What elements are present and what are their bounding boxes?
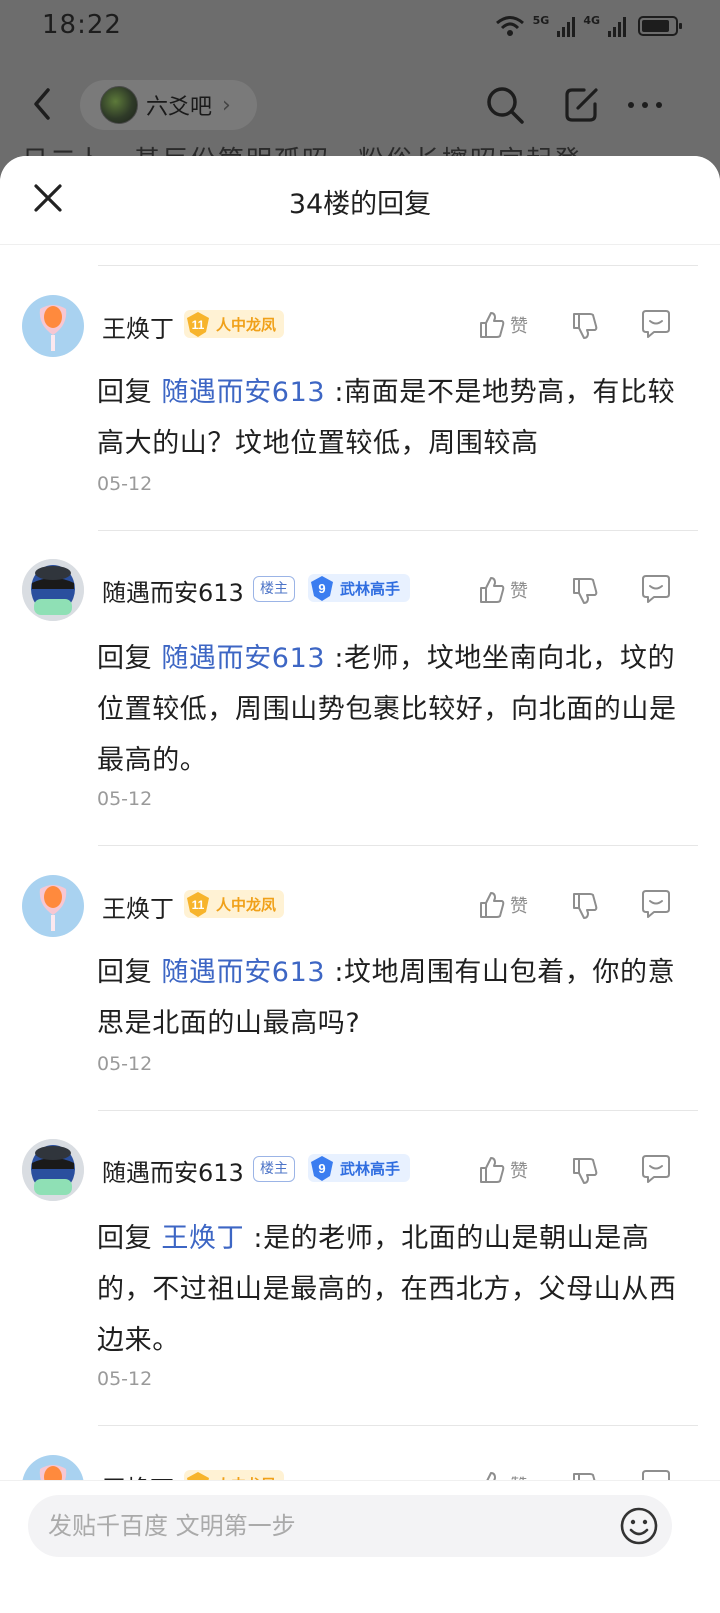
sunglasses-face-icon [22,559,84,621]
reply-text: 回复 随遇而安613 :坟地周围有山包着，你的意思是北面的山最高吗? [97,947,687,1049]
reply-item: 随遇而安613 楼主 9 武林高手 赞 回复 随遇而安613 :老师，坟地坐南向… [0,531,720,845]
reply-input-bar [0,1480,720,1613]
level-number: 9 [318,581,325,596]
reply-prefix: 回复 [97,643,153,674]
sheet-title: 34楼的回复 [288,189,432,220]
edit-icon[interactable] [562,84,602,126]
mention-link[interactable]: 随遇而安613 [161,957,325,988]
level-shield-icon: 9 [311,1156,333,1181]
level-shield-icon: 11 [187,312,209,337]
like-button[interactable]: 赞 [478,573,528,607]
level-number: 11 [192,898,205,912]
like-label: 赞 [510,896,528,917]
reply-date: 05-12 [97,788,153,810]
chevron-right-icon: › [222,92,231,118]
level-badge: 9 武林高手 [308,1154,411,1182]
thumbs-down-icon[interactable] [570,890,600,922]
comment-icon[interactable] [640,308,672,340]
like-button[interactable]: 赞 [478,1153,528,1187]
battery-icon [638,16,682,36]
reply-text: 回复 王焕丁 :是的老师，北面的山是朝山是高的，不过祖山是最高的，在西北方，父母… [97,1213,687,1366]
like-button[interactable]: 赞 [478,308,528,342]
comment-icon[interactable] [640,888,672,920]
popsicle-icon [39,885,67,931]
thumbs-down-icon[interactable] [570,310,600,342]
popsicle-icon [39,305,67,351]
more-icon[interactable] [624,84,666,126]
username[interactable]: 随遇而安613 [102,573,244,608]
reply-prefix: 回复 [97,377,153,408]
wifi-icon [495,16,524,36]
level-title: 人中龙凤 [216,895,277,914]
replies-sheet: 34楼的回复 王焕丁 11 人中龙凤 赞 回复 随遇而安613:南面是不是地势… [0,156,720,1612]
reply-item: 随遇而安613 楼主 9 武林高手 赞 回复 王焕丁 :是的老师，北面的山是朝山… [0,1111,720,1425]
level-shield-icon: 11 [187,892,209,917]
network-type-5g: 5G [532,13,550,27]
owner-badge: 楼主 [253,1156,295,1182]
status-time: 18:22 [42,10,122,40]
owner-badge: 楼主 [253,576,295,602]
level-title: 人中龙凤 [216,315,277,334]
emoji-icon[interactable] [618,1505,660,1547]
level-badge: 11 人中龙凤 [184,890,285,918]
reply-date: 05-12 [97,1368,153,1390]
top-nav-bar: 六爻吧 › [0,70,720,140]
comment-icon[interactable] [640,573,672,605]
reply-date: 05-12 [97,1053,153,1075]
battery-level [642,20,669,32]
forum-name: 六爻吧 [146,95,213,120]
reply-item: 王焕丁 11 人中龙凤 赞 回复 随遇而安613 :南面是不是地势高，有比较高大… [0,266,720,530]
forum-avatar [100,86,138,124]
reply-input[interactable] [28,1495,672,1557]
status-icons: 5G 4G [495,12,682,40]
thumbs-up-icon [480,1157,505,1183]
thumbs-up-icon [480,577,505,603]
reply-text: 回复 随遇而安613 :老师，坟地坐南向北，坟的位置较低，周围山势包裹比较好，向… [97,633,687,786]
reply-text: 回复 随遇而安613 :南面是不是地势高，有比较高大的山？坟地位置较低，周围较高 [97,367,687,469]
mention-link[interactable]: 王焕丁 [161,1223,244,1254]
reply-item: 王焕丁 11 人中龙凤 赞 [0,1426,720,1517]
level-badge: 9 武林高手 [308,574,411,602]
forum-chip[interactable]: 六爻吧 › [80,80,257,130]
like-label: 赞 [510,316,528,337]
level-number: 9 [318,1161,325,1176]
like-button[interactable]: 赞 [478,888,528,922]
level-number: 11 [192,318,205,332]
reply-prefix: 回复 [97,1223,153,1254]
avatar[interactable] [22,1139,84,1201]
like-label: 赞 [510,581,528,602]
avatar[interactable] [22,295,84,357]
level-badge: 11 人中龙凤 [184,310,285,338]
status-bar: 18:22 5G 4G [0,0,720,52]
comment-icon[interactable] [640,1153,672,1185]
level-shield-icon: 9 [311,576,333,601]
username[interactable]: 随遇而安613 [102,1153,244,1188]
thumbs-up-icon [480,312,505,338]
reply-item: 王焕丁 11 人中龙凤 赞 回复 随遇而安613 :坟地周围有山包着，你的意思是… [0,846,720,1110]
username[interactable]: 王焕丁 [102,309,174,344]
thumbs-up-icon [480,892,505,918]
search-icon[interactable] [484,84,526,126]
avatar[interactable] [22,875,84,937]
back-icon[interactable] [28,84,58,124]
like-label: 赞 [510,1161,528,1182]
reply-date: 05-12 [97,473,153,495]
mention-link[interactable]: 随遇而安613 [161,643,325,674]
level-title: 武林高手 [340,579,401,598]
signal-bars-icon [557,15,576,37]
thumbs-down-icon[interactable] [570,575,600,607]
signal-bars-icon [608,15,626,37]
avatar[interactable] [22,559,84,621]
network-type-4g: 4G [583,13,600,27]
username[interactable]: 王焕丁 [102,889,174,924]
sheet-header: 34楼的回复 [0,156,720,245]
level-title: 武林高手 [340,1159,401,1178]
thumbs-down-icon[interactable] [570,1155,600,1187]
mention-link[interactable]: 随遇而安613 [161,377,325,408]
reply-prefix: 回复 [97,957,153,988]
sunglasses-face-icon [22,1139,84,1201]
